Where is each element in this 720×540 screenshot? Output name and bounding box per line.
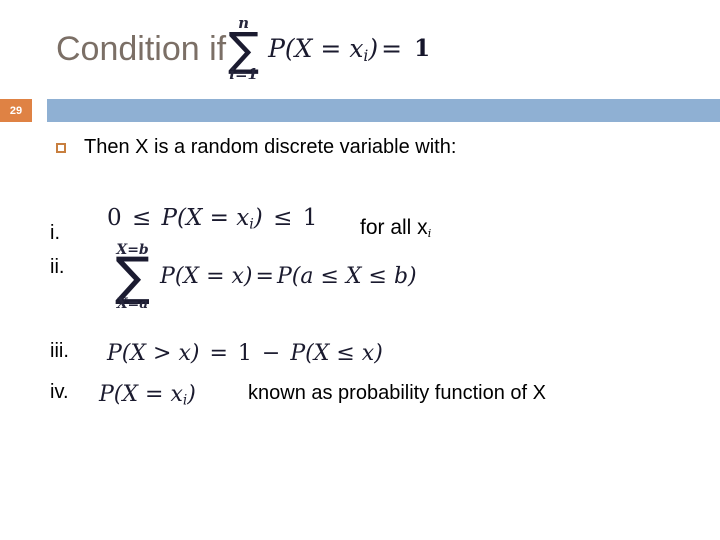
for-all-text: for all x	[360, 216, 428, 239]
summation-sigma: n ∑ i=1	[228, 15, 260, 84]
formula-result: 1	[414, 35, 431, 63]
header-divider-row: 29	[0, 99, 720, 122]
formula-i-rhs: 1	[302, 205, 318, 231]
slide-canvas: Condition if n ∑ i=1 P(X = xi) = 1 29 Th…	[0, 0, 720, 540]
list-label-i: i.	[50, 222, 60, 244]
summand-expression: P(X = xi)	[268, 34, 378, 65]
formula-ii-equals: =	[255, 264, 274, 290]
list-label-ii: ii.	[50, 256, 65, 278]
for-all-subscript: i	[427, 226, 432, 240]
formula-item-iv: P(X = xi)	[99, 382, 196, 408]
formula-ii-rhs: P(a ≤ X ≤ b)	[276, 264, 417, 290]
blue-divider-bar	[47, 99, 720, 122]
sigma-ii-lower-limit: X=a	[116, 295, 149, 312]
formula-iii-lhs: P(X > x)	[107, 341, 200, 366]
formula-ii-summand: P(X = x	[160, 264, 244, 290]
formula-iv-close-paren: )	[187, 382, 196, 407]
slide-title-row: Condition if n ∑ i=1 P(X = xi) = 1	[56, 8, 700, 90]
formula-iv-description: known as probability function of X	[248, 382, 546, 404]
square-bullet-icon	[56, 142, 66, 153]
summand-text: P(X = x	[268, 33, 364, 63]
sigma-glyph: ∑	[228, 21, 260, 76]
formula-iii-minus: −	[261, 341, 281, 366]
formula-iii-one: 1	[237, 341, 252, 366]
intro-bullet-text: Then X is a random discrete variable wit…	[84, 136, 457, 158]
formula-i-rel2: ≤	[273, 205, 293, 231]
formula-i-mid-close: )	[253, 205, 263, 231]
formula-item-i: 0 ≤ P(X = xi) ≤ 1	[107, 205, 317, 233]
formula-i-lhs: 0	[107, 205, 122, 231]
formula-iii-equals: =	[209, 341, 228, 366]
page-number-badge: 29	[0, 99, 32, 122]
summation-sigma-ii: X=b ∑ X=a	[115, 243, 150, 311]
intro-bullet-line: Then X is a random discrete variable wit…	[56, 136, 456, 159]
formula-i-mid: P(X = x	[161, 205, 250, 231]
formula-item-iii: P(X > x) = 1 − P(X ≤ x)	[107, 341, 383, 366]
list-label-iii: iii.	[50, 340, 69, 362]
for-all-annotation: for all xi	[360, 216, 431, 240]
formula-ii-summand-close: )	[243, 264, 253, 290]
formula-iii-rhs: P(X ≤ x)	[290, 341, 383, 366]
formula-iv-expr: P(X = x	[99, 382, 183, 407]
for-all-subscript-wrap: i	[427, 219, 432, 240]
page-title: Condition if	[56, 30, 227, 68]
summand-close-paren: )	[368, 33, 379, 63]
formula-i-rel1: ≤	[131, 205, 152, 231]
equals-sign: =	[381, 34, 403, 64]
title-summation-formula: n ∑ i=1 P(X = xi) = 1	[226, 15, 431, 84]
sigma-lower-limit: i=1	[229, 65, 258, 84]
list-label-iv: iv.	[50, 381, 69, 403]
sigma-ii-glyph: ∑	[115, 247, 151, 307]
formula-item-ii: X=b ∑ X=a P(X = x ) = P(a ≤ X ≤ b)	[113, 243, 417, 311]
